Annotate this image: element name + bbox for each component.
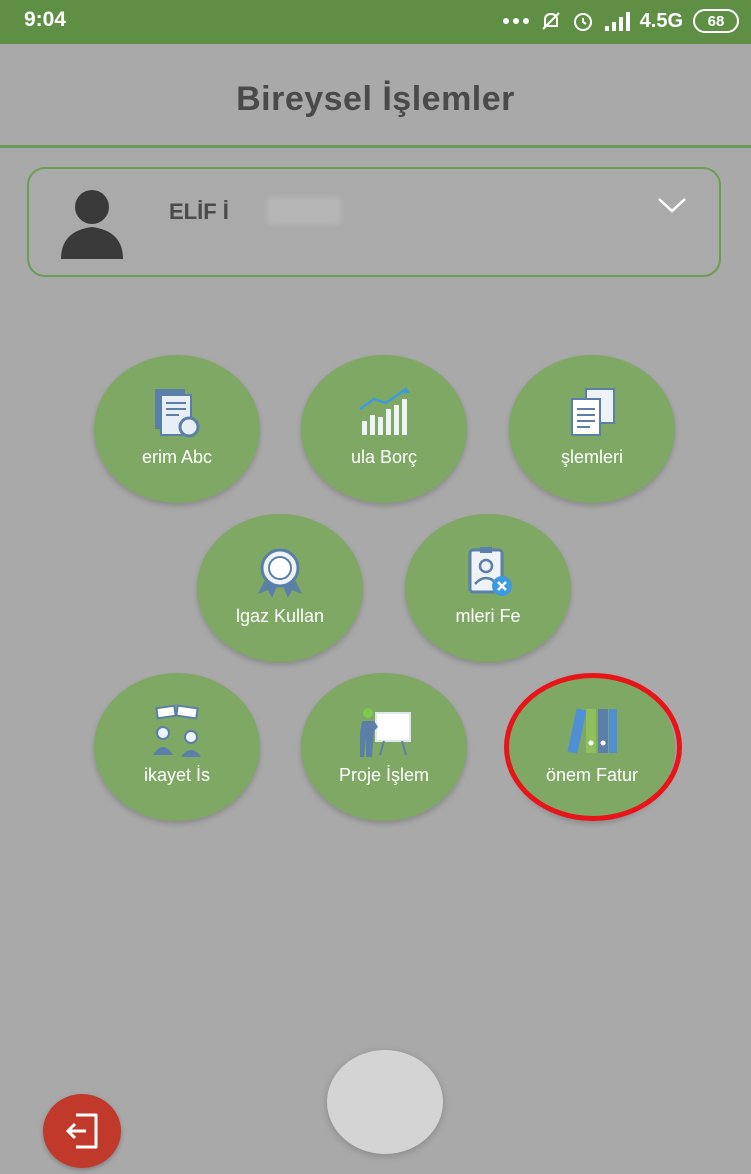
menu-item-period-invoice[interactable]: önem Fatur [509, 673, 675, 821]
user-name: ELİF İ [169, 199, 229, 224]
presentation-icon [360, 708, 411, 757]
binders-icon [567, 708, 617, 754]
user-selector[interactable]: ELİF İ [27, 167, 721, 277]
menu-item-complaint[interactable]: ikayet İs [94, 673, 260, 821]
chevron-down-icon[interactable] [657, 195, 687, 215]
id-card-remove-icon [468, 547, 512, 596]
status-bar: 9:04 4.5G 68 [0, 0, 751, 44]
menu-item-label: ikayet İs [143, 765, 211, 785]
menu-item-label: şlemleri [560, 447, 623, 467]
menu-item-label: mleri Fe [455, 606, 521, 626]
menu-item-label: lgaz Kullan [235, 606, 325, 626]
battery-indicator: 68 [693, 9, 739, 33]
signal-icon [604, 11, 630, 31]
menu-item-project[interactable]: Proje İşlem [301, 673, 467, 821]
mute-icon [540, 10, 562, 32]
menu-item-label: erim Abc [141, 447, 213, 467]
more-dots-icon [502, 17, 530, 25]
app-bar: Bireysel İşlemler [0, 44, 751, 148]
documents-icon [571, 388, 615, 436]
network-type: 4.5G [639, 9, 683, 32]
menu-item-debt[interactable]: ula Borç [301, 355, 467, 503]
status-time: 9:04 [24, 8, 67, 31]
avatar [61, 190, 123, 259]
menu-item-label: ula Borç [350, 447, 418, 467]
menu-item-subscription[interactable]: erim Abc [94, 355, 260, 503]
document-refresh-icon [155, 389, 200, 438]
alarm-icon [572, 10, 594, 32]
status-icons: 4.5G 68 [502, 6, 739, 36]
complaint-people-icon [153, 704, 201, 757]
menu-item-cancellation[interactable]: mleri Fe [405, 514, 571, 662]
chart-growth-icon [359, 387, 410, 435]
logout-button[interactable] [43, 1094, 121, 1168]
menu-item-gas-usage[interactable]: lgaz Kullan [197, 514, 363, 662]
menu-item-label: önem Fatur [545, 765, 639, 785]
menu-item-documents[interactable]: şlemleri [509, 355, 675, 503]
menu-item-label: Proje İşlem [338, 765, 430, 785]
redacted-name [267, 197, 341, 225]
page-title: Bireysel İşlemler [236, 80, 515, 118]
award-badge-icon [258, 548, 302, 598]
home-button[interactable] [327, 1050, 443, 1154]
logout-icon [65, 1113, 98, 1149]
